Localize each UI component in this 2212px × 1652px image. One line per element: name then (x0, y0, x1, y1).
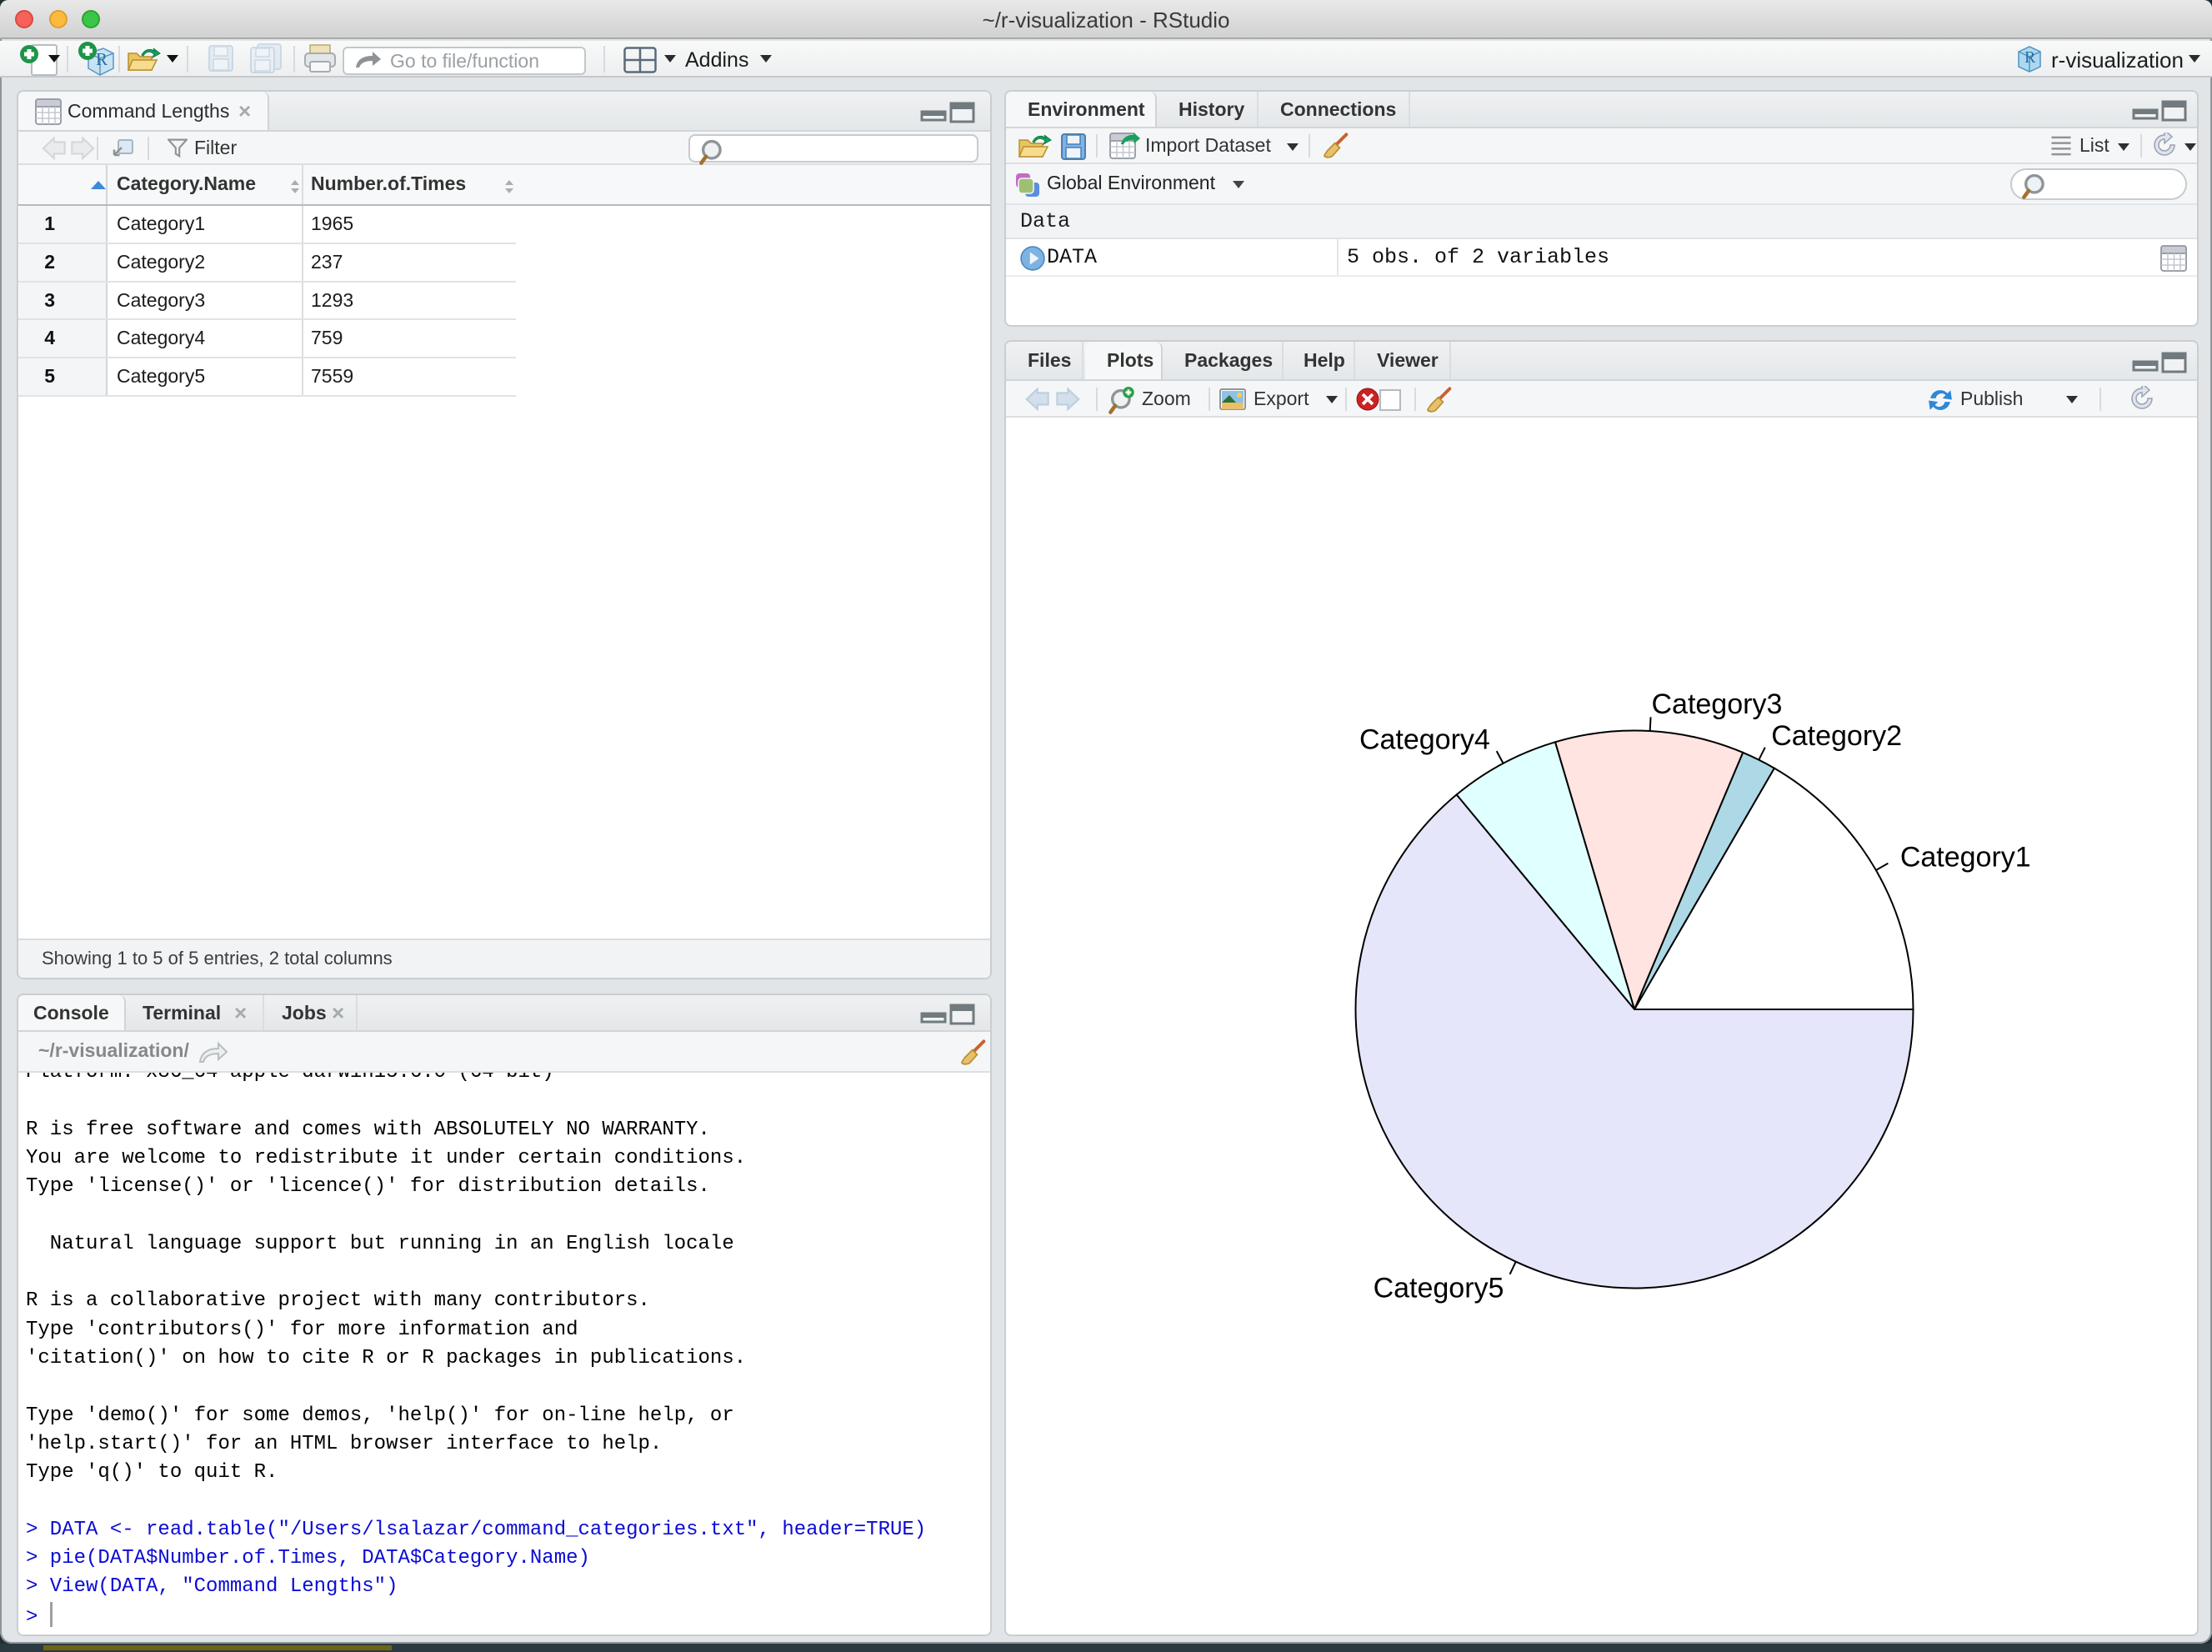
svg-text:Category2: Category2 (1771, 720, 1902, 752)
svg-text:Category1: Category1 (1900, 842, 2031, 874)
svg-text:Category3: Category3 (1651, 688, 1782, 720)
svg-text:Category4: Category4 (1359, 724, 1490, 756)
svg-text:R: R (2024, 48, 2036, 67)
svg-text:Category5: Category5 (1374, 1272, 1504, 1304)
svg-text:R: R (96, 49, 108, 69)
